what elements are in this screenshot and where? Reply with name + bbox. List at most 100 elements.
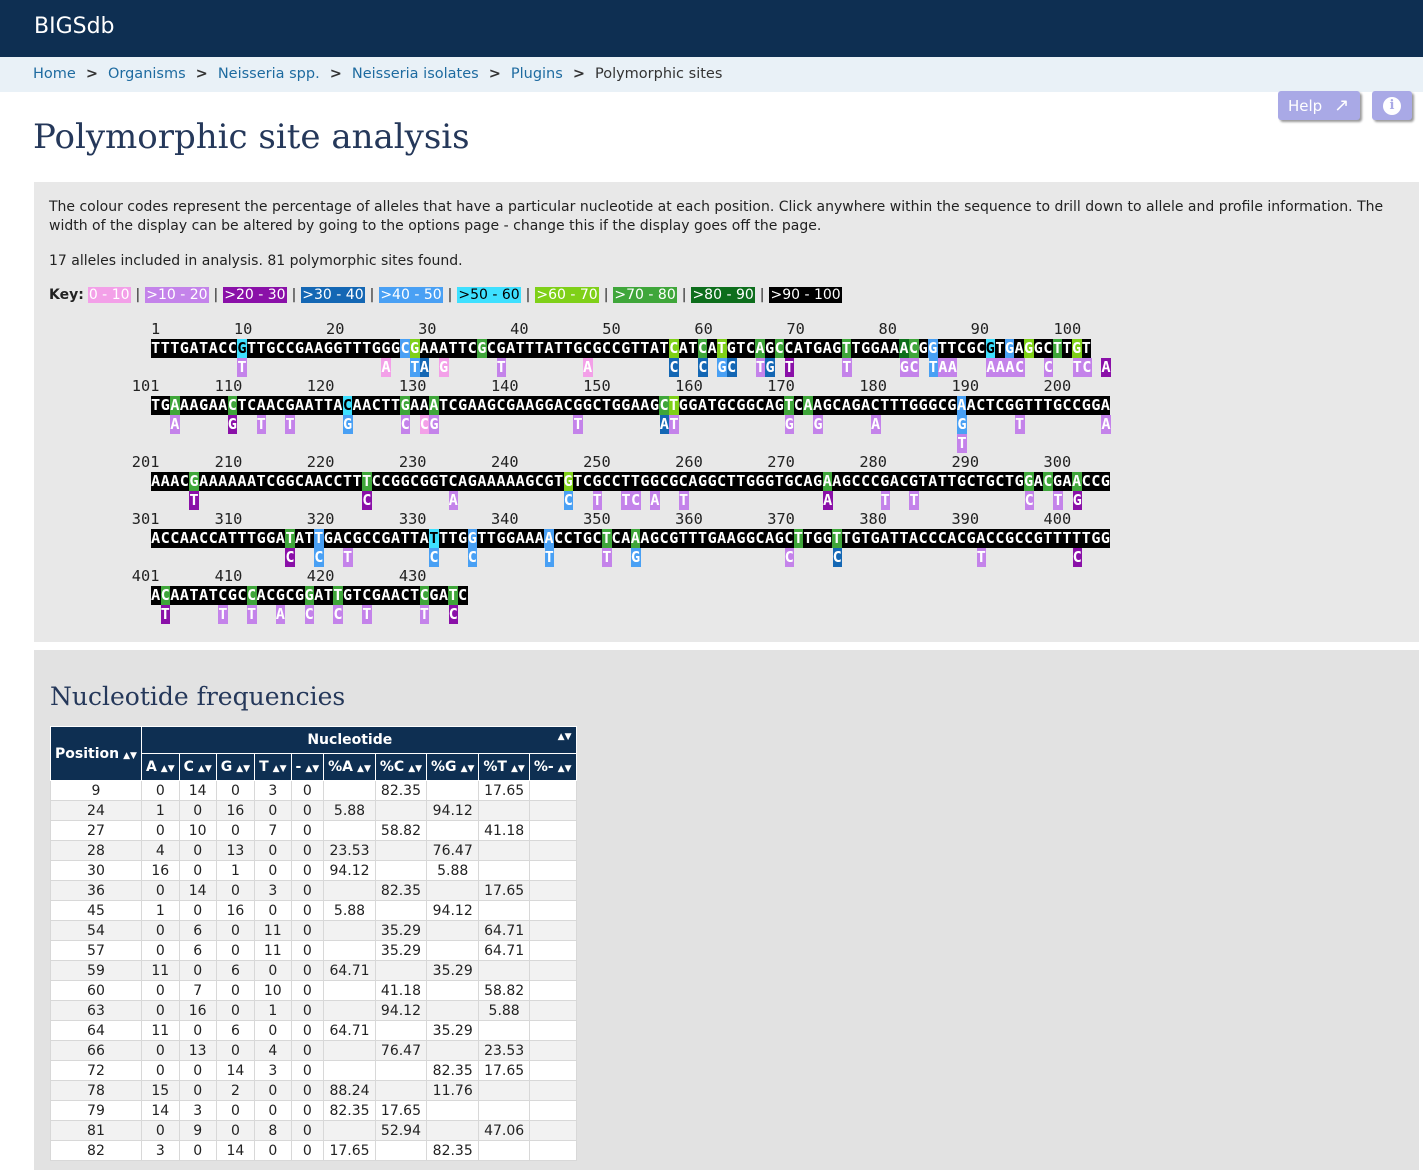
variant-base[interactable]: G [631, 548, 641, 567]
sequence-base[interactable]: A [803, 396, 813, 415]
sequence-base[interactable]: G [496, 339, 506, 358]
sequence-base[interactable]: C [266, 472, 276, 491]
sequence-base[interactable]: A [928, 472, 938, 491]
sequence-base[interactable]: G [1014, 472, 1025, 491]
sequence-base[interactable]: A [966, 396, 977, 415]
sequence-base[interactable]: C [726, 396, 737, 415]
variant-base[interactable]: C [909, 358, 919, 377]
variant-base[interactable]: C [832, 548, 843, 567]
sequence-base[interactable]: A [275, 529, 286, 548]
sequence-base[interactable]: C [995, 529, 1005, 548]
sequence-base[interactable]: T [333, 586, 343, 605]
breadcrumb-link[interactable]: Home [33, 66, 76, 82]
sequence-line[interactable]: TGAAAGAACTCAACGAATTACAACTTGAAATCGAAGCGAA… [151, 396, 1111, 415]
sort-icon[interactable]: ▲▼ [273, 764, 287, 774]
sequence-base[interactable]: G [333, 339, 343, 358]
variant-base[interactable]: C [1024, 491, 1035, 510]
sequence-base[interactable]: A [976, 529, 986, 548]
sequence-base[interactable]: G [707, 529, 718, 548]
sequence-base[interactable]: G [304, 586, 315, 605]
sequence-base[interactable]: A [726, 529, 737, 548]
variant-base[interactable]: C [784, 548, 795, 567]
sequence-base[interactable]: G [505, 529, 516, 548]
sort-icon[interactable]: ▲▼ [461, 764, 475, 774]
sequence-base[interactable]: T [717, 339, 727, 358]
column-header[interactable]: %- ▲▼ [528, 753, 577, 781]
sequence-base[interactable]: T [342, 339, 353, 358]
variant-base[interactable]: A [986, 358, 996, 377]
sequence-base[interactable]: T [937, 472, 948, 491]
sequence-base[interactable]: T [803, 339, 813, 358]
sequence-base[interactable]: T [438, 472, 449, 491]
column-header[interactable]: %A ▲▼ [323, 753, 376, 781]
sequence-line[interactable]: ACCAACCATTTGGATATTGACGCCGATTATTTGGTTGGAA… [151, 529, 1111, 548]
sequence-base[interactable]: G [237, 339, 247, 358]
sequence-base[interactable]: G [198, 396, 209, 415]
sequence-base[interactable]: T [314, 396, 324, 415]
variant-base[interactable]: C [419, 415, 430, 434]
variant-base[interactable]: T [343, 548, 353, 567]
sequence-base[interactable]: T [458, 339, 468, 358]
sequence-base[interactable]: C [937, 529, 948, 548]
sequence-base[interactable]: A [218, 529, 228, 548]
sequence-base[interactable]: G [765, 472, 775, 491]
sequence-base[interactable]: G [832, 339, 842, 358]
variant-base[interactable]: T [957, 434, 967, 453]
sequence-base[interactable]: T [899, 396, 909, 415]
sequence-base[interactable]: A [640, 396, 650, 415]
sequence-base[interactable]: G [1033, 339, 1044, 358]
variant-base[interactable]: C [1043, 358, 1054, 377]
sequence-base[interactable]: G [649, 472, 660, 491]
sort-icon[interactable]: ▲▼ [357, 764, 371, 774]
sequence-base[interactable]: T [1081, 339, 1092, 358]
sequence-base[interactable]: A [151, 529, 161, 548]
variant-base[interactable]: T [160, 605, 171, 624]
sequence-base[interactable]: A [486, 472, 497, 491]
sequence-base[interactable]: T [429, 529, 439, 548]
variant-base[interactable]: T [976, 548, 987, 567]
sequence-base[interactable]: T [899, 529, 909, 548]
variant-base[interactable]: C [429, 548, 439, 567]
variant-base[interactable]: A [448, 491, 459, 510]
sequence-base[interactable]: C [486, 339, 497, 358]
sequence-base[interactable]: C [179, 472, 190, 491]
sequence-base[interactable]: G [918, 396, 929, 415]
sequence-base[interactable]: G [256, 529, 267, 548]
sort-icon[interactable]: ▲▼ [511, 764, 525, 774]
sequence-base[interactable]: C [400, 586, 411, 605]
sequence-base[interactable]: C [1091, 472, 1101, 491]
sequence-base[interactable]: A [505, 472, 516, 491]
sequence-base[interactable]: A [803, 472, 813, 491]
sequence-base[interactable]: A [208, 472, 219, 491]
variant-base[interactable]: A [947, 358, 958, 377]
sequence-base[interactable]: G [1014, 396, 1025, 415]
column-header[interactable]: A ▲▼ [140, 753, 180, 781]
sequence-base[interactable]: T [381, 396, 391, 415]
variant-base[interactable]: G [343, 415, 353, 434]
sequence-line[interactable]: TTTGATACCGTTGCCGAAGGTTTGGGCGAAATTCGCGATT… [151, 339, 1092, 358]
sequence-base[interactable]: G [1100, 472, 1111, 491]
sequence-base[interactable]: A [294, 396, 305, 415]
sequence-base[interactable]: A [381, 586, 391, 605]
position-header[interactable]: Position ▲▼ [50, 726, 142, 781]
sequence-base[interactable]: T [553, 339, 564, 358]
variant-base[interactable]: A [170, 415, 180, 434]
sequence-base[interactable]: A [496, 472, 506, 491]
sequence-base[interactable]: C [275, 396, 286, 415]
variant-base[interactable]: C [631, 491, 641, 510]
sequence-base[interactable]: T [889, 396, 900, 415]
sequence-base[interactable]: T [448, 586, 458, 605]
sequence-base[interactable]: T [448, 339, 458, 358]
sequence-base[interactable]: T [438, 529, 449, 548]
sequence-base[interactable]: G [266, 339, 276, 358]
breadcrumb-link[interactable]: Neisseria spp. [218, 66, 320, 82]
variant-base[interactable]: T [909, 491, 919, 510]
sequence-base[interactable]: G [1091, 396, 1101, 415]
sequence-base[interactable]: T [947, 339, 957, 358]
sequence-base[interactable]: T [477, 529, 487, 548]
sequence-base[interactable]: T [160, 339, 171, 358]
sequence-base[interactable]: C [170, 529, 180, 548]
variant-base[interactable]: A [659, 415, 670, 434]
sequence-base[interactable]: T [601, 529, 612, 548]
sequence-base[interactable]: C [601, 472, 612, 491]
